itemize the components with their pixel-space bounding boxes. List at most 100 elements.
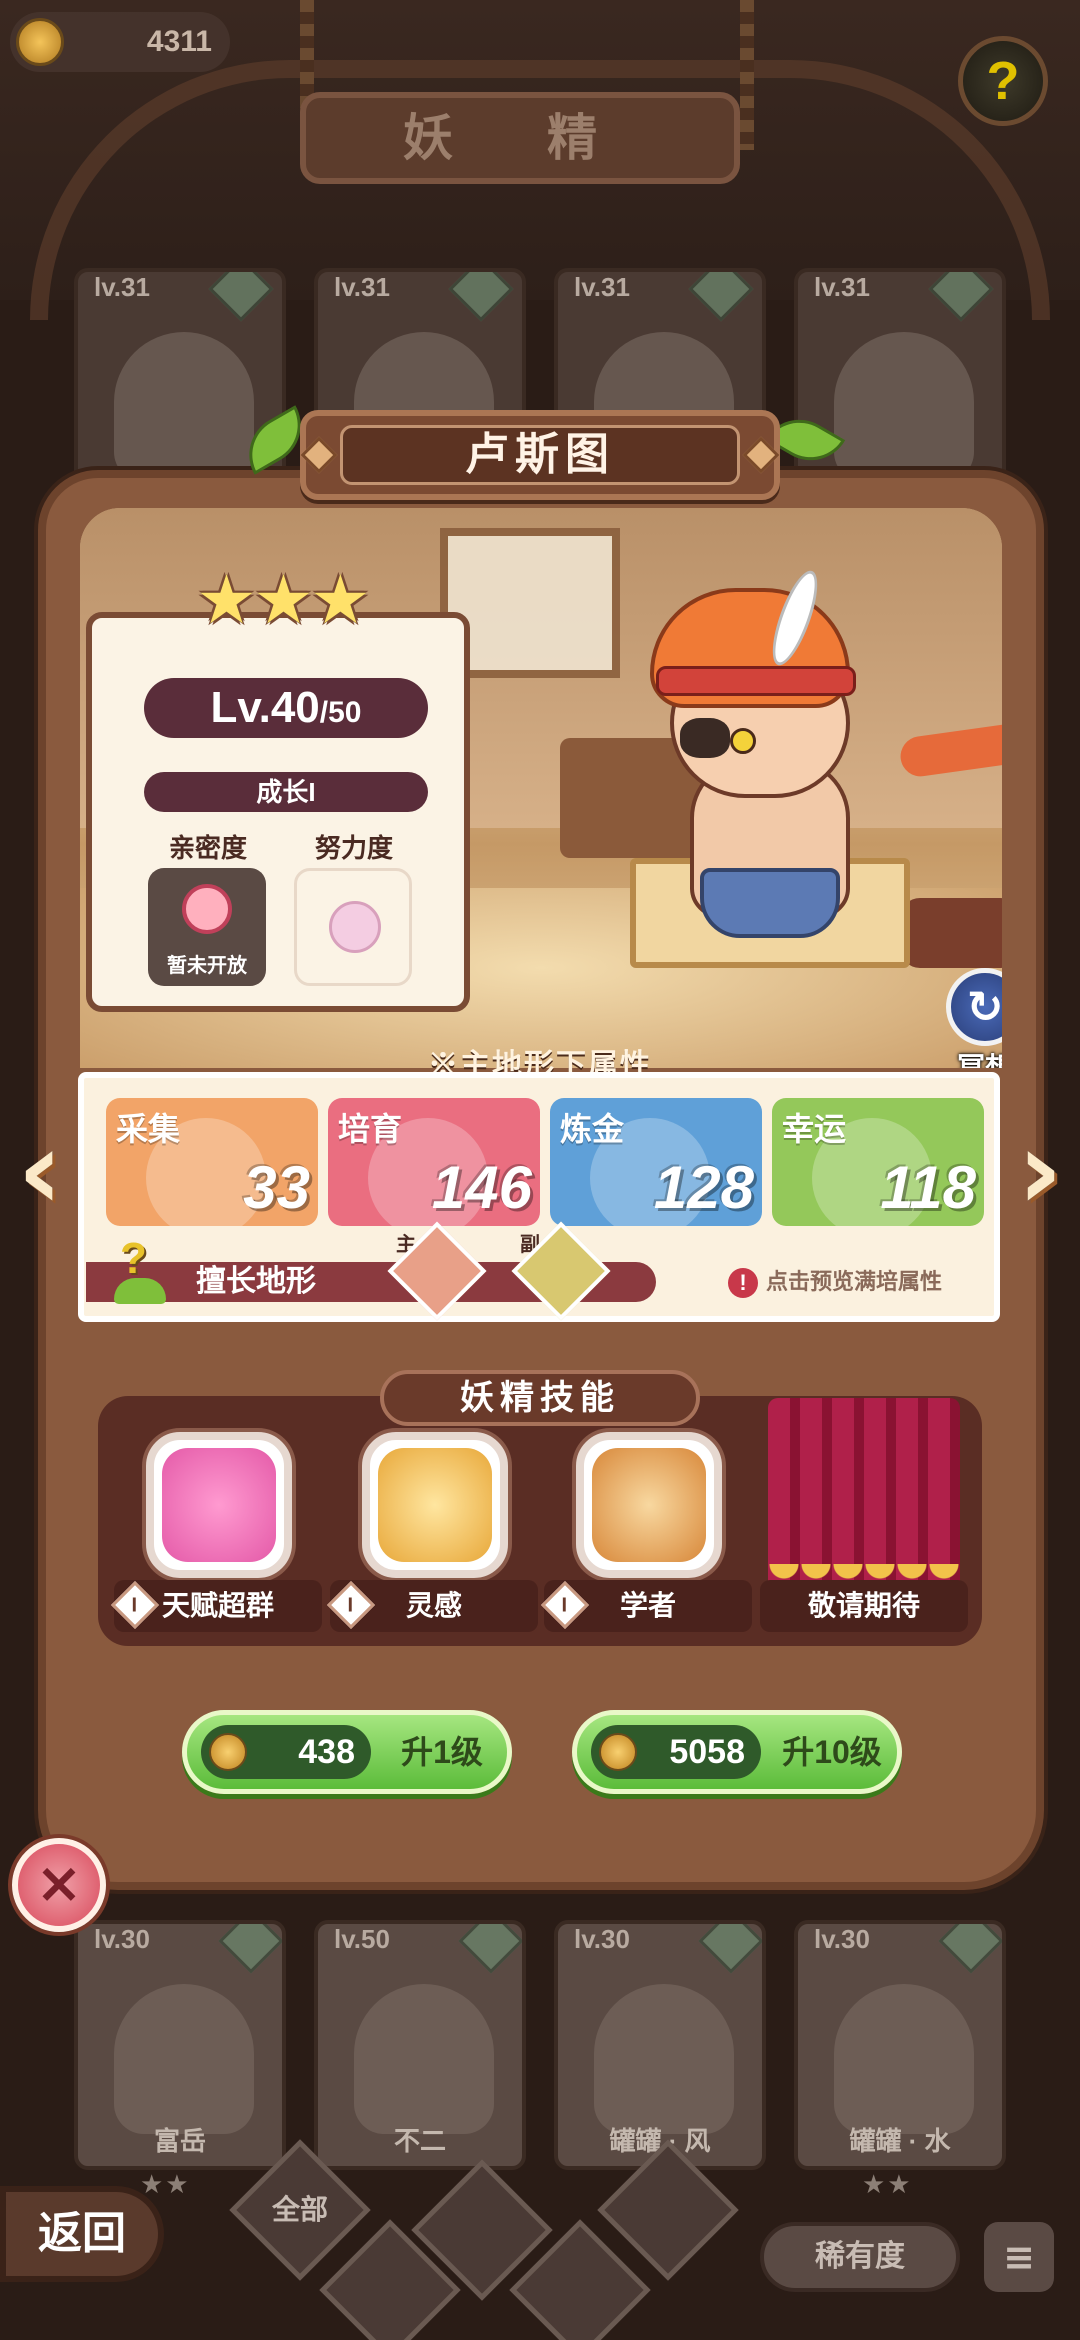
intimacy-box[interactable]: 暂未开放 bbox=[148, 868, 266, 986]
fairy-portrait bbox=[114, 332, 254, 482]
attributes-panel: 采集 33 培育 146 炼金 128 幸运 118 擅长地形 ? 主 副 ! 点… bbox=[78, 1072, 1000, 1322]
skill-scholar-icon[interactable] bbox=[576, 1432, 722, 1578]
attribute-label: 培育 bbox=[338, 1111, 403, 1147]
skill-level-badge: I bbox=[110, 1580, 160, 1630]
back-button[interactable]: 返回 bbox=[0, 2186, 164, 2282]
rope-right bbox=[740, 0, 754, 150]
rarity-sort-button[interactable]: 稀有度 bbox=[760, 2222, 960, 2292]
card-level: lv.50 bbox=[334, 1924, 390, 1954]
sort-order-icon[interactable]: ≡ bbox=[984, 2222, 1054, 2292]
card-level: lv.31 bbox=[814, 272, 870, 302]
meditate-icon: ↻ bbox=[946, 968, 1002, 1046]
skill-name: 灵感 bbox=[405, 1590, 462, 1621]
fairy-portrait bbox=[834, 332, 974, 482]
fairy-character[interactable] bbox=[580, 565, 920, 1008]
terrain-help-icon[interactable]: ? bbox=[110, 1234, 170, 1308]
skill-name: 学者 bbox=[619, 1590, 676, 1621]
coin-icon bbox=[16, 18, 64, 66]
card-level: lv.31 bbox=[334, 272, 390, 302]
upgrade-10-level-button[interactable]: 5058 升10级 bbox=[572, 1710, 902, 1794]
effort-label: 努力度 bbox=[314, 833, 393, 863]
attribute-value: 146 bbox=[431, 1154, 532, 1221]
attribute-value: 118 bbox=[880, 1154, 976, 1221]
close-button[interactable]: × bbox=[12, 1838, 106, 1932]
coin-icon bbox=[209, 1733, 247, 1771]
rarity-label: 稀有度 bbox=[815, 2240, 905, 2273]
skill-level-badge: I bbox=[326, 1580, 376, 1630]
next-fairy-arrow[interactable]: › bbox=[1000, 1110, 1080, 1230]
fairy-card[interactable]: lv.50 不二 bbox=[314, 1920, 526, 2170]
upgrade-label: 升10级 bbox=[782, 1734, 882, 1770]
preview-full-stats-link[interactable]: ! 点击预览满培属性 bbox=[728, 1264, 998, 1300]
skill-name: 敬请期待 bbox=[807, 1590, 920, 1621]
terrain-gem-icon bbox=[448, 272, 514, 322]
card-level: lv.31 bbox=[94, 272, 150, 302]
level-current: Lv.40 bbox=[210, 683, 320, 732]
card-name: 富岳 bbox=[153, 2126, 206, 2156]
fairy-portrait bbox=[834, 1984, 974, 2134]
terrain-gem-icon bbox=[218, 1924, 282, 1974]
terrain-gem-icon bbox=[928, 272, 994, 322]
fairy-info-card: Lv.40/50 成长I 亲密度 努力度 暂未开放 bbox=[86, 612, 470, 1012]
terrain-gem-icon bbox=[698, 1924, 762, 1974]
card-name: 罐罐 · 水 bbox=[849, 2126, 951, 2156]
coin-icon bbox=[599, 1733, 637, 1771]
card-level: lv.30 bbox=[94, 1924, 150, 1954]
fairy-card[interactable]: lv.30 罐罐 · 水 bbox=[794, 1920, 1006, 2170]
skill-level-badge: I bbox=[540, 1580, 590, 1630]
skill-label[interactable]: I 学者 bbox=[540, 1580, 752, 1632]
growth-stage: 成长I bbox=[144, 772, 428, 812]
character-eye bbox=[730, 728, 756, 754]
terrain-label: 擅长地形 bbox=[196, 1265, 316, 1298]
previous-fairy-arrow[interactable]: ‹ bbox=[0, 1110, 80, 1230]
skill-inspiration-icon[interactable] bbox=[362, 1432, 508, 1578]
fairy-card[interactable]: lv.30 富岳 bbox=[74, 1920, 286, 2170]
character-eyepatch bbox=[680, 718, 730, 758]
character-shorts bbox=[700, 868, 840, 938]
coin-amount: 4311 bbox=[146, 25, 212, 58]
effort-box[interactable] bbox=[294, 868, 412, 986]
filter-all-label: 全部 bbox=[271, 2194, 328, 2225]
skill-label[interactable]: I 天赋超群 bbox=[110, 1580, 322, 1632]
attribute-luck: 幸运 118 bbox=[772, 1098, 984, 1226]
upgrade-cost: 5058 bbox=[591, 1725, 761, 1779]
level-pill: Lv.40/50 bbox=[144, 678, 428, 738]
page-title: 妖 精 bbox=[300, 92, 740, 184]
preview-hint-text: 点击预览满培属性 bbox=[766, 1269, 943, 1294]
card-name: 不二 bbox=[393, 2126, 446, 2156]
terrain-gem-icon bbox=[938, 1924, 1002, 1974]
fairy-card[interactable]: lv.30 罐罐 · 风 bbox=[554, 1920, 766, 2170]
attribute-gather: 采集 33 bbox=[106, 1098, 318, 1226]
intimacy-label: 亲密度 bbox=[168, 833, 247, 863]
upgrade-cost: 438 bbox=[201, 1725, 371, 1779]
curtain-placeholder bbox=[768, 1398, 960, 1594]
attribute-nurture: 培育 146 bbox=[328, 1098, 540, 1226]
character-headband bbox=[656, 666, 856, 696]
card-stars: ★★ bbox=[140, 2170, 191, 2200]
pig-face-icon bbox=[329, 901, 381, 953]
terrain-gem-icon bbox=[458, 1924, 522, 1974]
intimacy-status: 暂未开放 bbox=[167, 955, 247, 977]
card-level: lv.30 bbox=[574, 1924, 630, 1954]
upgrade-1-level-button[interactable]: 438 升1级 bbox=[182, 1710, 512, 1794]
help-button[interactable]: ? bbox=[958, 36, 1048, 126]
back-label: 返回 bbox=[38, 2209, 126, 2258]
fairy-portrait bbox=[354, 1984, 494, 2134]
level-max: /50 bbox=[319, 696, 362, 729]
skill-talent-icon[interactable] bbox=[146, 1432, 292, 1578]
skill-name: 天赋超群 bbox=[161, 1590, 274, 1621]
rarity-stars: ★★★ bbox=[196, 561, 371, 640]
card-stars: ★★ bbox=[862, 2170, 913, 2200]
fairy-name: 卢斯图 bbox=[340, 425, 740, 485]
card-level: lv.31 bbox=[574, 272, 630, 302]
attribute-label: 幸运 bbox=[782, 1111, 847, 1147]
attribute-alchemy: 炼金 128 bbox=[550, 1098, 762, 1226]
terrain-gem-icon bbox=[688, 272, 754, 322]
fairy-portrait bbox=[114, 1984, 254, 2134]
card-level: lv.30 bbox=[814, 1924, 870, 1954]
skill-label-coming-soon: 敬请期待 bbox=[760, 1580, 968, 1632]
terrain-gem-icon bbox=[208, 272, 274, 322]
skill-label[interactable]: I 灵感 bbox=[326, 1580, 538, 1632]
fairy-portrait bbox=[594, 1984, 734, 2134]
attribute-label: 炼金 bbox=[560, 1111, 625, 1147]
